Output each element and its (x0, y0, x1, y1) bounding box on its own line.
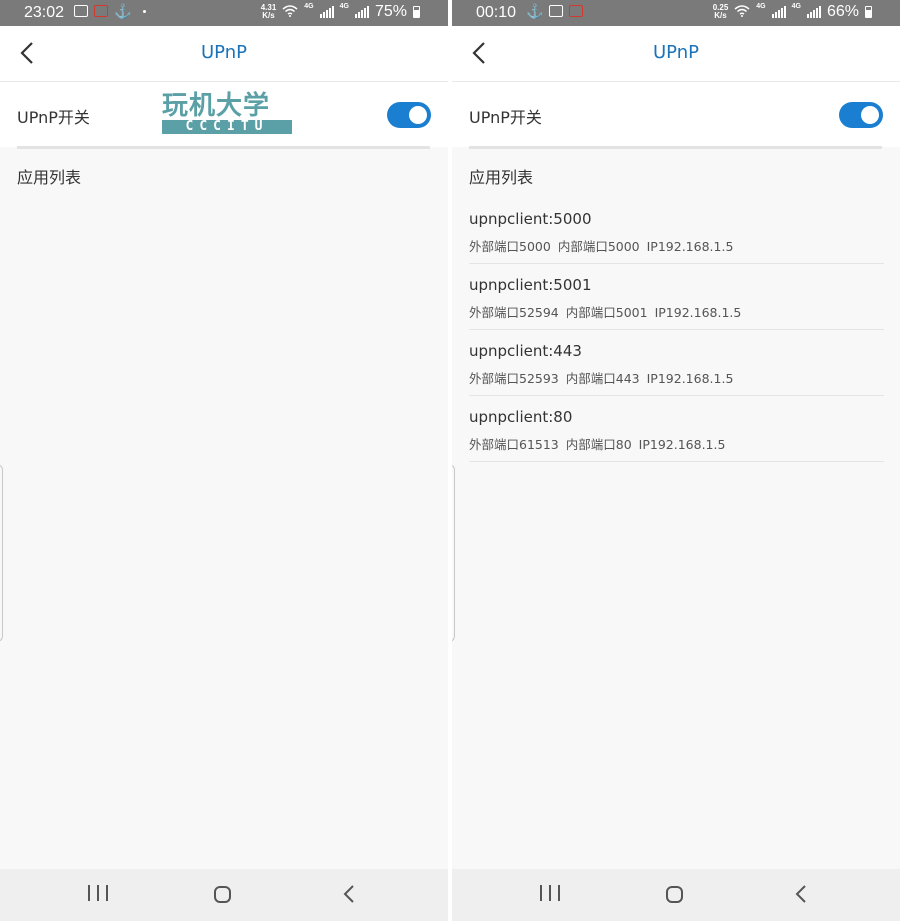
battery-icon (413, 6, 420, 18)
app-notification-icon (569, 5, 584, 17)
network-speed-unit: K/s (262, 11, 275, 20)
signal-2-icon (354, 6, 369, 18)
watermark-line1: 玩机大学 (162, 91, 271, 121)
list-item[interactable]: upnpclient:5001 外部端口52594 内部端口5001 IP192.1… (469, 264, 884, 330)
section-divider (17, 146, 430, 149)
navigation-bar (0, 869, 448, 921)
switch-knob (861, 106, 879, 124)
list-item[interactable]: upnpclient:443 外部端口52593 内部端口443 IP192.168… (469, 330, 884, 396)
wifi-icon (282, 4, 298, 20)
mapping-details: 外部端口52594 内部端口5001 IP192.168.1.5 (469, 302, 748, 321)
upnp-mapping-list: upnpclient:5000 外部端口5000 内部端口5000 IP192.16… (469, 198, 884, 462)
network-type-2: 4G (791, 3, 801, 10)
mapping-name: upnpclient:5001 (469, 276, 592, 294)
recent-apps-button[interactable] (88, 885, 108, 903)
external-port: 外部端口61513 (469, 437, 559, 452)
status-right-icons: 4.31 K/s 4G 4G 75% (261, 3, 420, 21)
network-speed-unit: K/s (714, 11, 727, 20)
ip-address: IP192.168.1.5 (646, 239, 734, 254)
external-port: 外部端口52593 (469, 371, 559, 386)
external-port: 外部端口52594 (469, 305, 559, 320)
internal-port: 内部端口5000 (557, 239, 640, 254)
signal-2-icon (806, 6, 821, 18)
status-bar: 00:10 ⚓ 0.25 K/s 4G 4G 66% (452, 0, 900, 26)
status-notification-icons: ⚓ (74, 3, 147, 19)
status-right-icons: 0.25 K/s 4G 4G 66% (713, 3, 872, 21)
home-button[interactable] (666, 886, 683, 903)
status-time: 23:02 (24, 4, 65, 21)
gallery-icon (549, 5, 564, 17)
watermark-logo: 玩机大学 CCCITU (162, 92, 294, 138)
status-time: 00:10 (476, 4, 517, 21)
network-speed: 4.31 K/s (261, 4, 277, 20)
mapping-name: upnpclient:5000 (469, 210, 592, 228)
page-title: UPnP (201, 42, 247, 63)
ip-address: IP192.168.1.5 (638, 437, 726, 452)
home-button[interactable] (214, 886, 231, 903)
upnp-switch[interactable] (387, 102, 431, 128)
network-speed: 0.25 K/s (713, 4, 729, 20)
app-bar: UPnP (0, 26, 448, 82)
more-notifications-dot-icon (143, 9, 147, 13)
upnp-toggle-row: UPnP开关 (452, 82, 900, 147)
internal-port: 内部端口5001 (565, 305, 648, 320)
signal-1-icon (319, 6, 334, 18)
mapping-details: 外部端口5000 内部端口5000 IP192.168.1.5 (469, 236, 740, 255)
battery-icon (865, 6, 872, 18)
nav-back-icon (343, 885, 354, 903)
nav-back-button[interactable] (339, 883, 359, 905)
upnp-toggle-label: UPnP开关 (17, 108, 90, 127)
status-bar: 23:02 ⚓ 4.31 K/s 4G 4G 75% (0, 0, 448, 26)
nav-back-icon (795, 885, 806, 903)
anchor-icon: ⚓ (114, 3, 132, 19)
ip-address: IP192.168.1.5 (654, 305, 742, 320)
mapping-name: upnpclient:80 (469, 408, 573, 426)
switch-knob (409, 106, 427, 124)
upnp-switch[interactable] (839, 102, 883, 128)
app-notification-icon (94, 5, 108, 17)
upnp-toggle-label: UPnP开关 (469, 108, 542, 127)
app-list-title: 应用列表 (469, 168, 534, 187)
app-bar: UPnP (452, 26, 900, 82)
list-item[interactable]: upnpclient:80 外部端口61513 内部端口80 IP192.168.1… (469, 396, 884, 462)
anchor-icon: ⚓ (526, 3, 544, 19)
section-divider (469, 146, 882, 149)
nav-back-button[interactable] (791, 883, 811, 905)
internal-port: 内部端口80 (565, 437, 632, 452)
phone-screen-left: 23:02 ⚓ 4.31 K/s 4G 4G 75% UPnP UPnP开关 玩… (0, 0, 448, 921)
status-notification-icons: ⚓ (526, 3, 584, 19)
mapping-name: upnpclient:443 (469, 342, 582, 360)
battery-percent: 75% (374, 3, 407, 20)
external-port: 外部端口5000 (469, 239, 551, 254)
recent-apps-button[interactable] (540, 885, 560, 903)
ip-address: IP192.168.1.5 (646, 371, 734, 386)
list-item[interactable]: upnpclient:5000 外部端口5000 内部端口5000 IP192.16… (469, 198, 884, 264)
network-type-1: 4G (756, 3, 766, 10)
watermark-line2: CCCITU (162, 120, 292, 134)
internal-port: 内部端口443 (565, 371, 640, 386)
battery-percent: 66% (826, 3, 859, 20)
edge-panel-handle[interactable] (452, 464, 455, 642)
mapping-details: 外部端口61513 内部端口80 IP192.168.1.5 (469, 434, 732, 453)
wifi-icon (734, 4, 750, 20)
navigation-bar (452, 869, 900, 921)
page-title: UPnP (653, 42, 699, 63)
edge-panel-handle[interactable] (0, 464, 3, 642)
signal-1-icon (771, 6, 786, 18)
network-type-2: 4G (339, 3, 349, 10)
phone-screen-right: 00:10 ⚓ 0.25 K/s 4G 4G 66% UPnP UPnP开关 应… (452, 0, 900, 921)
app-list-title: 应用列表 (17, 168, 82, 187)
mapping-details: 外部端口52593 内部端口443 IP192.168.1.5 (469, 368, 740, 387)
network-type-1: 4G (304, 3, 314, 10)
gallery-icon (74, 5, 88, 17)
